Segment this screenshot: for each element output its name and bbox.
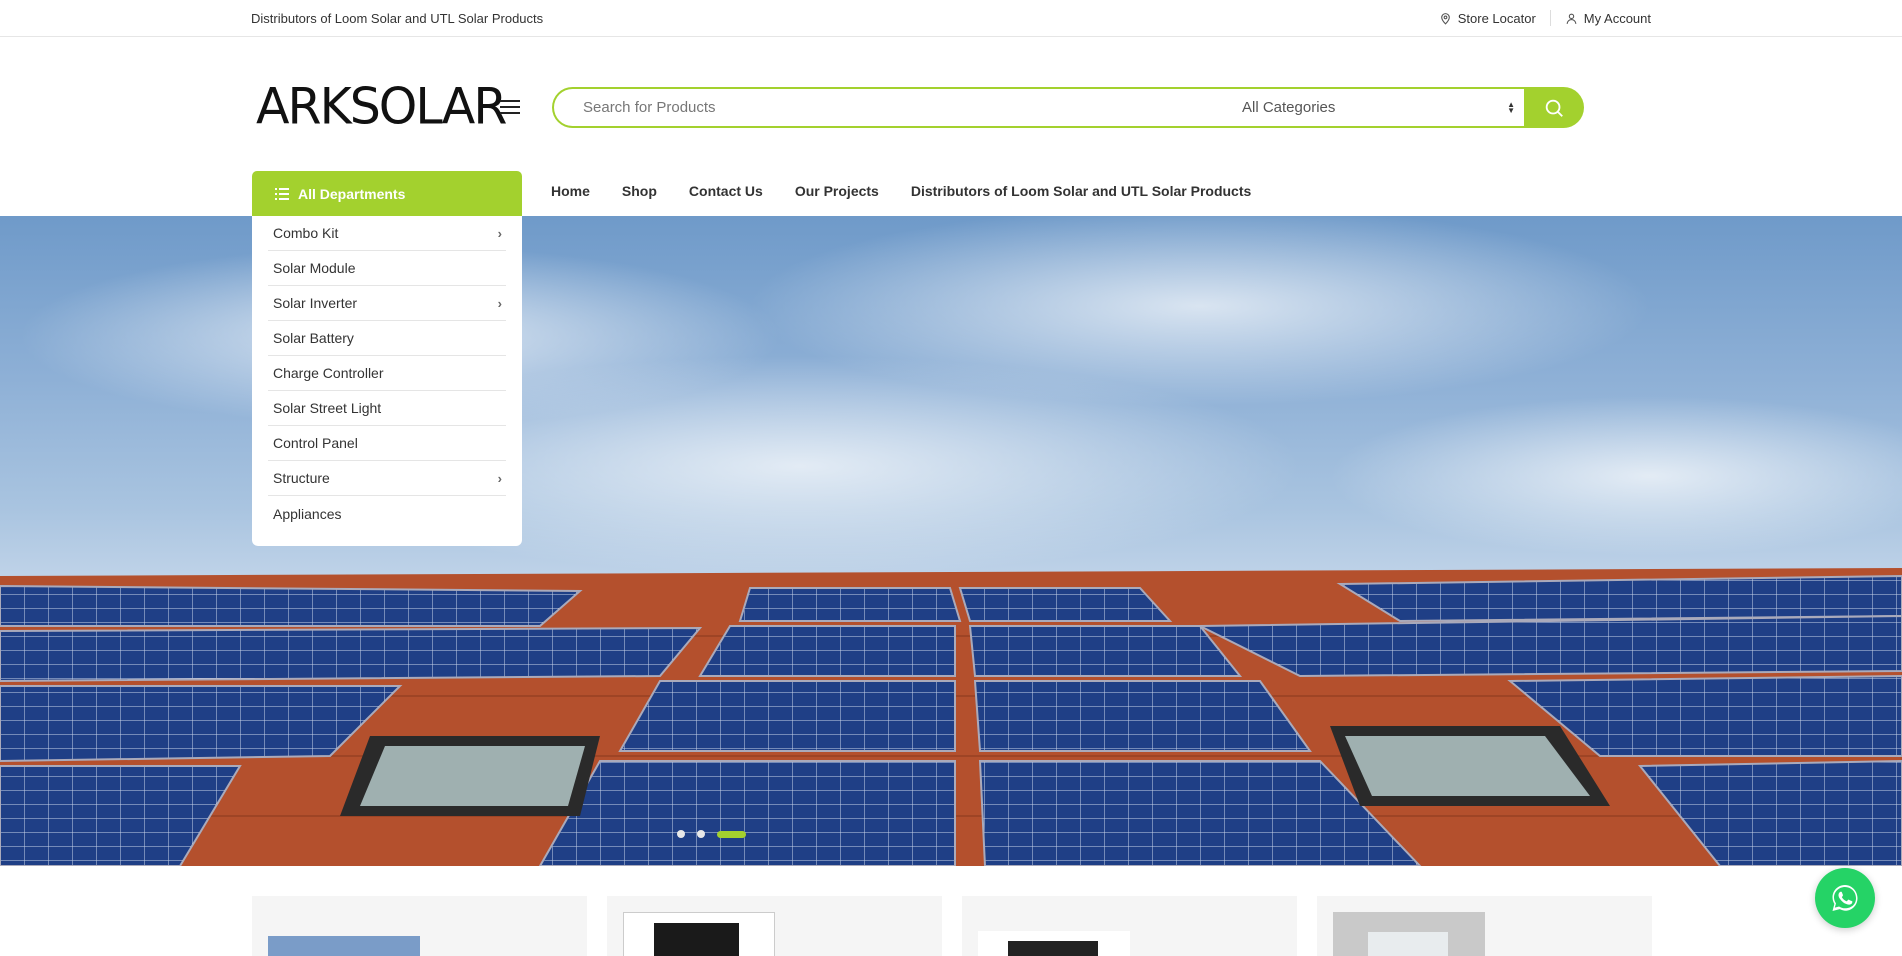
product-card[interactable]: [252, 896, 587, 956]
slider-dot-2[interactable]: [697, 830, 705, 838]
departments-menu: Combo Kit › Solar Module Solar Inverter › …: [252, 216, 522, 546]
product-card[interactable]: [962, 896, 1297, 956]
user-icon: [1566, 13, 1577, 24]
site-logo[interactable]: ARKSOLAR: [256, 81, 507, 133]
main-nav: Home Shop Contact Us Our Projects Distri…: [551, 183, 1283, 199]
product-card[interactable]: [1317, 896, 1652, 956]
product-cards: [252, 896, 1652, 956]
top-bar-links: Store Locator My Account: [1439, 10, 1651, 26]
select-arrows-icon: ▲ ▼: [1507, 100, 1515, 115]
all-departments-label: All Departments: [298, 185, 406, 202]
nav-contact-us[interactable]: Contact Us: [689, 183, 763, 199]
product-thumbnail: [623, 912, 775, 956]
product-thumbnail: [978, 931, 1130, 956]
product-thumbnail: [268, 936, 420, 956]
top-bar-divider: [1549, 10, 1551, 26]
slider-dot-1[interactable]: [677, 830, 685, 838]
chevron-right-icon: ›: [497, 470, 502, 486]
store-locator-link[interactable]: Store Locator: [1439, 11, 1536, 26]
slider-dots: [677, 830, 746, 838]
dept-appliances[interactable]: Appliances: [268, 496, 506, 531]
map-pin-icon: [1440, 12, 1450, 25]
nav-shop[interactable]: Shop: [622, 183, 657, 199]
store-locator-label: Store Locator: [1457, 10, 1536, 26]
nav-distributors[interactable]: Distributors of Loom Solar and UTL Solar…: [911, 183, 1251, 199]
dept-structure[interactable]: Structure ›: [268, 461, 506, 496]
category-select-value: All Categories: [1242, 99, 1336, 116]
nav-home[interactable]: Home: [551, 183, 590, 199]
whatsapp-icon: [1832, 885, 1858, 911]
my-account-link[interactable]: My Account: [1565, 11, 1651, 26]
chevron-right-icon: ›: [497, 225, 502, 241]
all-departments-button[interactable]: All Departments: [252, 171, 522, 216]
search-bar: All Categories ▲▼: [552, 87, 1525, 128]
chevron-right-icon: ›: [497, 295, 502, 311]
dept-solar-inverter[interactable]: Solar Inverter ›: [268, 286, 506, 321]
list-icon: [275, 187, 289, 200]
search-input[interactable]: [583, 99, 1183, 116]
dept-combo-kit[interactable]: Combo Kit ›: [268, 216, 506, 251]
category-select[interactable]: All Categories ▲ ▼: [1242, 89, 1527, 126]
dept-control-panel[interactable]: Control Panel: [268, 426, 506, 461]
search-icon: [1545, 99, 1563, 117]
hamburger-menu-icon[interactable]: [500, 100, 520, 116]
dept-solar-battery[interactable]: Solar Battery: [268, 321, 506, 356]
my-account-label: My Account: [1583, 10, 1651, 26]
dept-solar-module[interactable]: Solar Module: [268, 251, 506, 286]
slider-dot-3[interactable]: [717, 830, 746, 838]
top-bar-tagline: Distributors of Loom Solar and UTL Solar…: [251, 11, 544, 26]
nav-our-projects[interactable]: Our Projects: [795, 183, 879, 199]
top-bar: Distributors of Loom Solar and UTL Solar…: [0, 0, 1902, 37]
search-button[interactable]: [1524, 87, 1584, 128]
product-thumbnail: [1333, 912, 1485, 956]
dept-charge-controller[interactable]: Charge Controller: [268, 356, 506, 391]
product-card[interactable]: [607, 896, 942, 956]
dept-solar-street-light[interactable]: Solar Street Light: [268, 391, 506, 426]
whatsapp-chat-button[interactable]: [1815, 868, 1875, 928]
